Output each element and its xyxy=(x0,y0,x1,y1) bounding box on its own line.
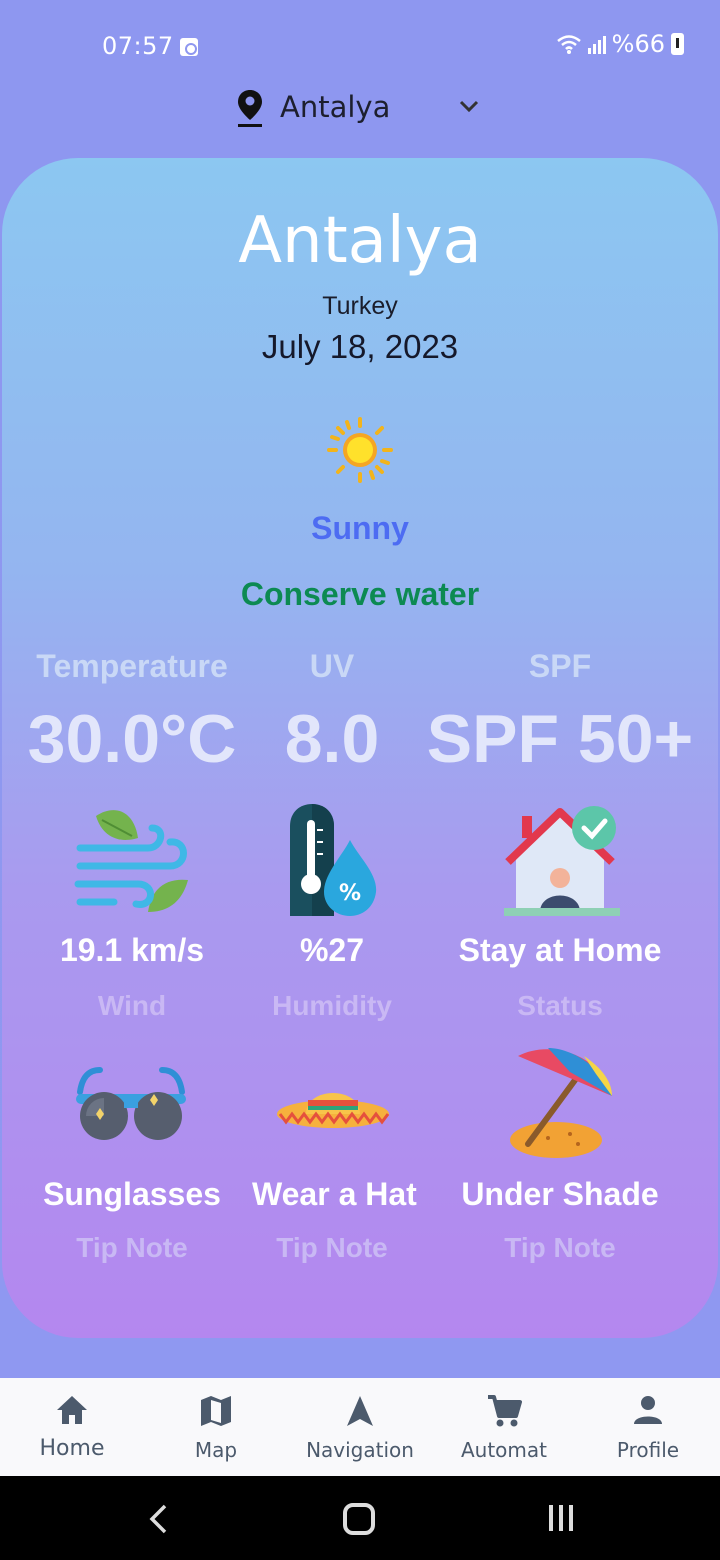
status-time: 07:57 xyxy=(102,32,174,60)
humidity-label: Humidity xyxy=(272,990,392,1021)
nav-label: Home xyxy=(39,1436,105,1461)
uv-value: 8.0 xyxy=(284,701,380,777)
tip-hat: Wear a Hat xyxy=(252,1176,417,1212)
wind-value: 19.1 km/s xyxy=(59,932,205,968)
bottom-navigation: Home Map Navigation Automat Profile xyxy=(0,1378,720,1476)
uv-label: UV xyxy=(309,648,355,684)
weather-condition: Sunny xyxy=(311,510,409,546)
profile-icon xyxy=(634,1396,662,1424)
tip-note-label: Tip Note xyxy=(504,1232,616,1263)
status-value: Stay at Home xyxy=(458,932,662,968)
nav-label: Map xyxy=(194,1438,238,1462)
weather-date: July 18, 2023 xyxy=(261,328,459,365)
nav-map[interactable]: Map xyxy=(144,1378,288,1476)
tip-note-label: Tip Note xyxy=(276,1232,388,1263)
weather-advice: Conserve water xyxy=(240,576,480,612)
nav-label: Navigation xyxy=(306,1438,414,1462)
location-selector[interactable]: Antalya xyxy=(0,84,720,132)
map-icon xyxy=(201,1396,231,1426)
notification-icon xyxy=(180,38,198,56)
nav-automat[interactable]: Automat xyxy=(432,1378,576,1476)
nav-label: Profile xyxy=(616,1438,680,1462)
chevron-down-icon[interactable] xyxy=(458,98,480,114)
humidity-icon: % xyxy=(290,804,377,916)
temperature-value: 30.0°C xyxy=(27,701,237,777)
beach-umbrella-icon xyxy=(510,1048,612,1158)
battery-percent: %66 xyxy=(611,30,665,58)
nav-home[interactable]: Home xyxy=(0,1378,144,1476)
wifi-icon xyxy=(556,35,581,54)
city-name: Antalya xyxy=(238,204,482,278)
back-icon[interactable] xyxy=(148,1504,168,1534)
status-bar: 07:57 %66 xyxy=(0,0,720,80)
recents-icon[interactable] xyxy=(549,1505,573,1531)
home-icon xyxy=(57,1396,87,1424)
signal-icon xyxy=(587,34,606,54)
battery-icon xyxy=(671,33,684,55)
temperature-label: Temperature xyxy=(36,648,228,684)
nav-profile[interactable]: Profile xyxy=(576,1378,720,1476)
country-name: Turkey xyxy=(322,292,398,320)
wind-icon xyxy=(74,810,188,912)
status-indicators: %66 xyxy=(556,30,684,58)
nav-label: Automat xyxy=(460,1438,547,1462)
location-pin-icon xyxy=(238,90,262,127)
status-label: Status xyxy=(517,990,603,1021)
nav-navigation[interactable]: Navigation xyxy=(288,1378,432,1476)
spf-label: SPF xyxy=(528,648,592,684)
spf-value: SPF 50+ xyxy=(426,701,694,777)
sun-icon xyxy=(327,417,393,483)
svg-text:%: % xyxy=(339,881,361,906)
system-home-icon[interactable] xyxy=(343,1503,375,1535)
tip-shade: Under Shade xyxy=(461,1176,659,1212)
home-status-icon xyxy=(504,806,620,916)
sunglasses-icon xyxy=(76,1067,186,1140)
location-name: Antalya xyxy=(280,90,391,124)
humidity-value: %27 xyxy=(299,932,365,968)
tip-note-label: Tip Note xyxy=(76,1232,188,1263)
hat-icon xyxy=(277,1093,390,1128)
cart-icon xyxy=(488,1395,522,1427)
navigation-icon xyxy=(347,1396,373,1426)
wind-label: Wind xyxy=(97,990,167,1021)
tip-sunglasses: Sunglasses xyxy=(43,1176,221,1212)
